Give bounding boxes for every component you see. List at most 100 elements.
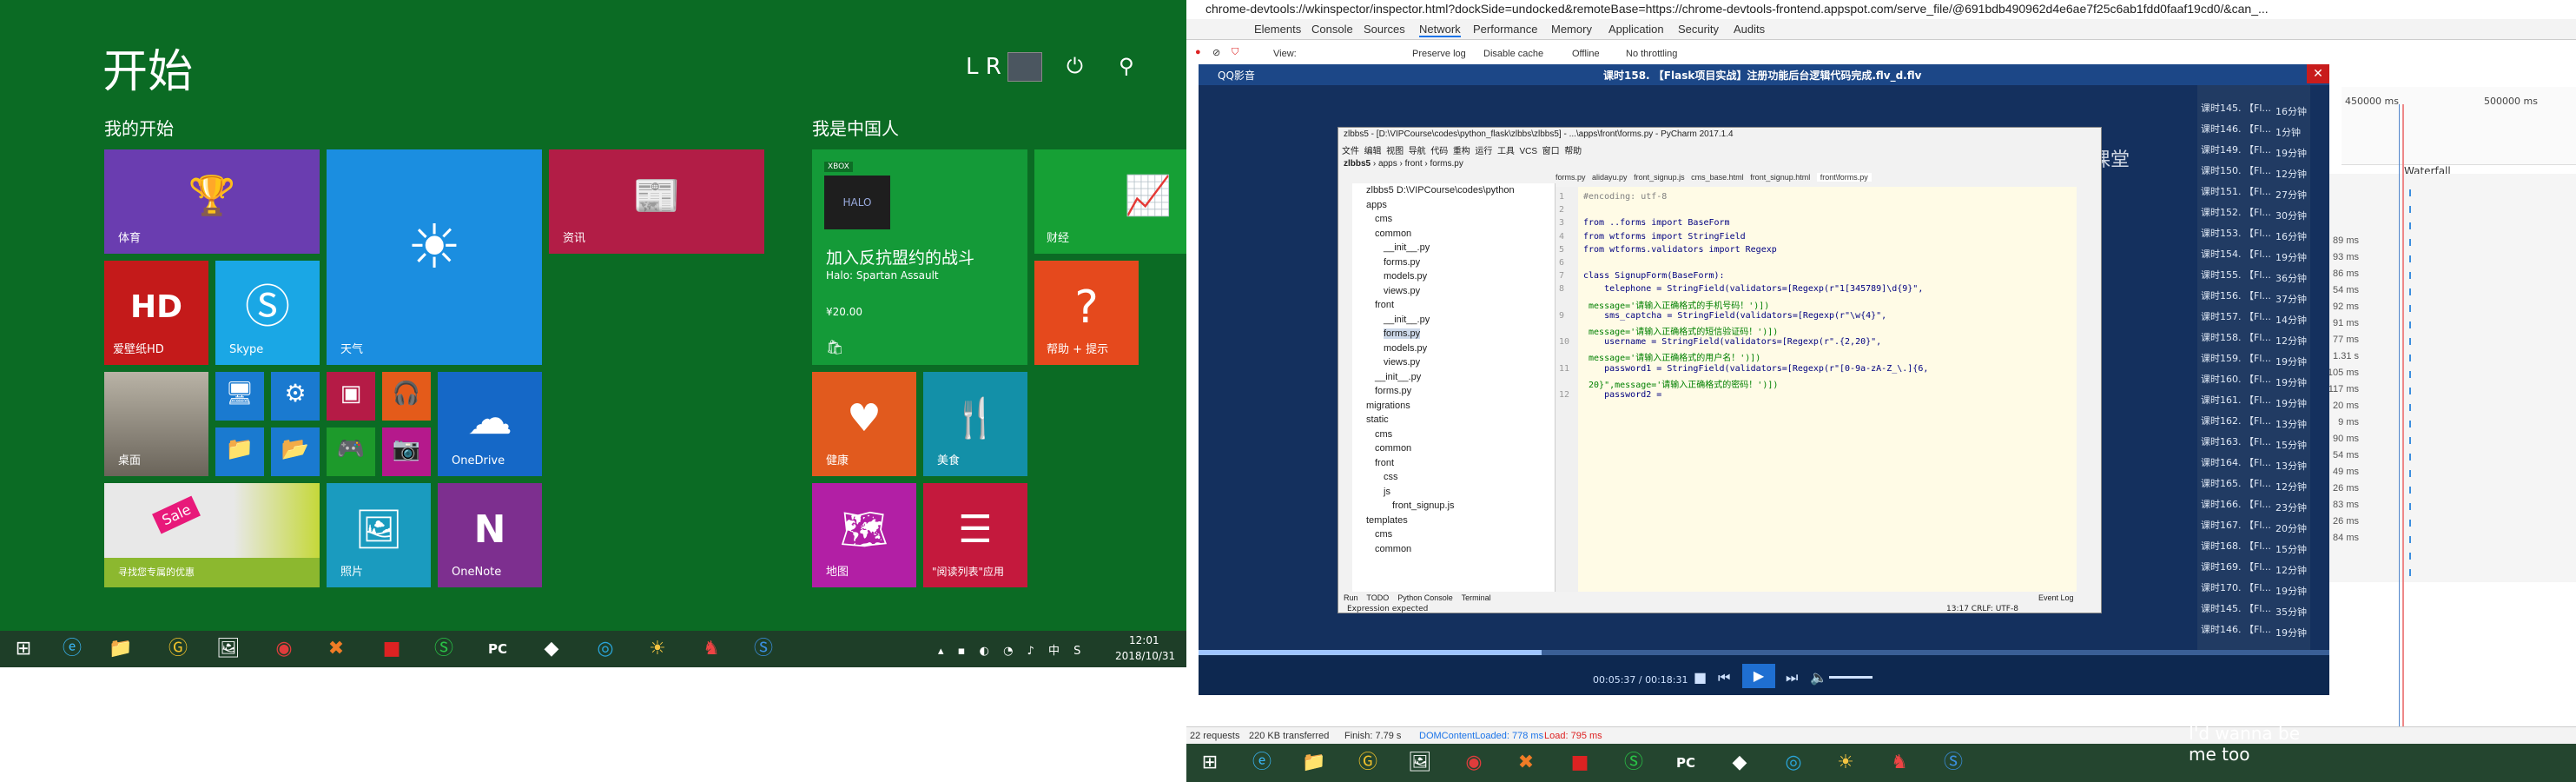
start-icon[interactable]: ⊞	[0, 631, 47, 667]
tile-sports[interactable]: 🏆 体育	[104, 149, 320, 254]
bird-icon[interactable]: ♞	[1876, 744, 1923, 782]
tree-item[interactable]: __init__.py	[1375, 372, 1421, 382]
s-icon[interactable]: Ⓢ	[1610, 744, 1657, 782]
box-icon[interactable]: ■	[1556, 744, 1603, 782]
explorer-icon[interactable]: 📁	[1291, 744, 1338, 782]
playlist-item[interactable]: 课时168. 【Fl... 15分钟	[2201, 539, 2310, 556]
playlist-item[interactable]: 课时149. 【Fl... 19分钟	[2201, 142, 2310, 160]
close-icon[interactable]: ✕	[2307, 64, 2329, 83]
qq-icon[interactable]: ◎	[582, 631, 629, 667]
pycharm-icon[interactable]: PC	[474, 631, 521, 667]
record-icon[interactable]: ●	[1195, 47, 1201, 57]
g-icon[interactable]: Ⓖ	[1344, 744, 1391, 782]
code-editor[interactable]: 1 #encoding: utf-8 2 3 from ..forms import B…	[1556, 187, 2077, 592]
tree-item[interactable]: migrations	[1366, 401, 1410, 411]
tree-item[interactable]: common	[1375, 544, 1411, 554]
playlist-item[interactable]: 课时163. 【Fl... 15分钟	[2201, 434, 2310, 452]
tile-reading[interactable]: ☰ "阅读列表"应用	[923, 483, 1027, 587]
s2-icon[interactable]: Ⓢ	[740, 631, 787, 667]
xampp-icon[interactable]: ✖	[313, 631, 360, 667]
xampp-icon[interactable]: ✖	[1503, 744, 1549, 782]
tree-item[interactable]: views.py	[1384, 286, 1420, 296]
stop-icon[interactable]: ■	[1694, 669, 1707, 686]
playlist-item[interactable]: 课时156. 【Fl... 37分钟	[2201, 288, 2310, 306]
clear-icon[interactable]: ⊘	[1212, 47, 1220, 58]
tree-item[interactable]: models.py	[1384, 271, 1427, 282]
tree-item[interactable]: common	[1375, 229, 1411, 239]
tab-audits[interactable]: Audits	[1734, 23, 1765, 36]
tab-application[interactable]: Application	[1608, 23, 1664, 36]
playlist-item[interactable]: 课时164. 【Fl... 13分钟	[2201, 455, 2310, 473]
tree-item[interactable]: cms	[1375, 214, 1392, 224]
playlist-item[interactable]: 课时166. 【Fl... 23分钟	[2201, 497, 2310, 514]
tile-settings[interactable]: ⚙	[271, 372, 320, 421]
tab-memory[interactable]: Memory	[1551, 23, 1592, 36]
playlist-item[interactable]: 课时157. 【Fl... 14分钟	[2201, 309, 2310, 327]
tile-halo[interactable]: XBOX HALO 加入反抗盟约的战斗 Halo: Spartan Assaul…	[812, 149, 1027, 365]
playlist-item[interactable]: 课时146. 【Fl... 1分钟	[2201, 122, 2310, 139]
tile-video[interactable]: ▣	[327, 372, 375, 421]
playlist-item[interactable]: 课时146. 【Fl... 19分钟	[2201, 622, 2310, 640]
tree-item[interactable]: static	[1366, 414, 1389, 425]
tree-item[interactable]: __init__.py	[1384, 242, 1430, 253]
paint-icon[interactable]: ◆	[1716, 744, 1763, 782]
tile-music[interactable]: 🎧	[382, 372, 431, 421]
preserve-log[interactable]: Preserve log	[1412, 49, 1466, 59]
picture-icon[interactable]: 🖼	[1397, 744, 1443, 782]
tree-item[interactable]: views.py	[1384, 357, 1420, 368]
prev-icon[interactable]: ⏮	[1718, 669, 1730, 686]
tile-onedrive[interactable]: ☁ OneDrive	[438, 372, 542, 476]
tile-games[interactable]: 🎮	[327, 427, 375, 476]
tree-item[interactable]: js	[1384, 487, 1390, 497]
offline-toggle[interactable]: Offline	[1572, 49, 1600, 59]
playlist-item[interactable]: 课时151. 【Fl... 27分钟	[2201, 184, 2310, 202]
tree-item[interactable]: forms.py	[1384, 328, 1421, 339]
clock-time[interactable]: 12:01	[1129, 634, 1159, 646]
power-icon[interactable]: ⏻	[1067, 54, 1083, 78]
tile-skype[interactable]: Ⓢ Skype	[215, 261, 320, 365]
playlist-item[interactable]: 课时170. 【Fl... 19分钟	[2201, 580, 2310, 598]
playlist-item[interactable]: 课时167. 【Fl... 20分钟	[2201, 518, 2310, 535]
tile-help[interactable]: ? 帮助 + 提示	[1034, 261, 1139, 365]
tile-weather[interactable]: ☀ 天气	[327, 149, 542, 365]
ie-icon[interactable]: ⓔ	[49, 631, 96, 667]
tile-news[interactable]: 📰 资讯	[549, 149, 764, 254]
tile-finance[interactable]: 📈 财经	[1034, 149, 1186, 254]
playlist-item[interactable]: 课时145. 【Fl... 16分钟	[2201, 101, 2310, 118]
tile-onenote[interactable]: N OneNote	[438, 483, 542, 587]
tab-performance[interactable]: Performance	[1473, 23, 1537, 36]
tree-item[interactable]: common	[1375, 443, 1411, 454]
box-icon[interactable]: ■	[368, 631, 415, 667]
tree-item[interactable]: zlbbs5 D:\VIPCourse\codes\python	[1366, 185, 1515, 196]
volume-icon[interactable]: 🔈	[1810, 669, 1827, 686]
tree-item[interactable]: models.py	[1384, 343, 1427, 354]
tile-files[interactable]: 📁	[215, 427, 264, 476]
playlist-item[interactable]: 课时169. 【Fl... 12分钟	[2201, 560, 2310, 577]
throttle-select[interactable]: No throttling	[1626, 49, 1677, 59]
tile-camera[interactable]: 📷	[382, 427, 431, 476]
picture-icon[interactable]: 🖼	[205, 631, 252, 667]
netease-music-icon[interactable]: ◉	[1450, 744, 1497, 782]
tree-item[interactable]: apps	[1366, 200, 1387, 210]
playlist-item[interactable]: 课时161. 【Fl... 19分钟	[2201, 393, 2310, 410]
start-icon[interactable]: ⊞	[1186, 744, 1233, 782]
tab-console[interactable]: Console	[1311, 23, 1353, 36]
playlist-item[interactable]: 课时145. 【Fl... 35分钟	[2201, 601, 2310, 619]
playlist-item[interactable]: 课时152. 【Fl... 30分钟	[2201, 205, 2310, 222]
playlist-item[interactable]: 课时155. 【Fl... 36分钟	[2201, 268, 2310, 285]
playlist-item[interactable]: 课时158. 【Fl... 12分钟	[2201, 330, 2310, 348]
tab-sources[interactable]: Sources	[1364, 23, 1405, 36]
tree-item[interactable]: templates	[1366, 515, 1408, 526]
tree-item[interactable]: css	[1384, 472, 1398, 482]
tree-item[interactable]: __init__.py	[1384, 315, 1430, 325]
pycharm-icon[interactable]: PC	[1662, 744, 1709, 782]
tree-item[interactable]: front	[1375, 458, 1394, 468]
tile-maps[interactable]: 🗺 地图	[812, 483, 916, 587]
playlist-item[interactable]: 课时159. 【Fl... 19分钟	[2201, 351, 2310, 368]
tab-network[interactable]: Network	[1419, 23, 1461, 37]
bird-icon[interactable]: ♞	[688, 631, 735, 667]
qq-icon[interactable]: ◎	[1770, 744, 1817, 782]
sun-app-icon[interactable]: ☀	[1822, 744, 1869, 782]
playlist-item[interactable]: 课时160. 【Fl... 19分钟	[2201, 372, 2310, 389]
tile-hd[interactable]: HD 爱壁纸HD	[104, 261, 208, 365]
